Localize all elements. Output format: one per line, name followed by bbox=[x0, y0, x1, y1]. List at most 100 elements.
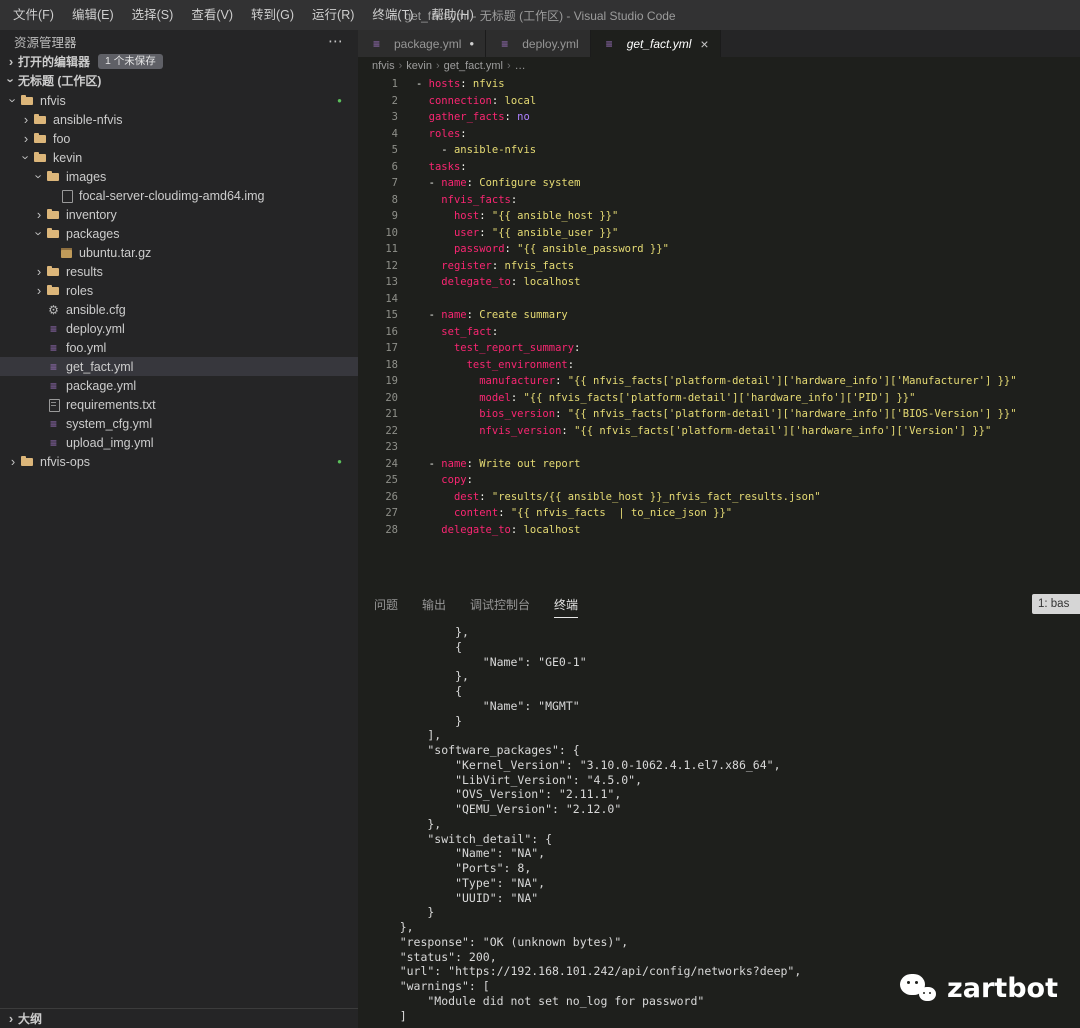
code-line[interactable]: 10 user: "{{ ansible_user }}" bbox=[358, 225, 1080, 242]
tree-item-requirements.txt[interactable]: requirements.txt bbox=[0, 395, 358, 414]
folder-icon bbox=[20, 93, 35, 108]
menu-item[interactable]: 转到(G) bbox=[242, 0, 303, 30]
tree-item-label: deploy.yml bbox=[66, 321, 125, 336]
menu-item[interactable]: 运行(R) bbox=[303, 0, 363, 30]
open-editors-section[interactable]: › 打开的编辑器 1 个未保存 bbox=[0, 52, 358, 71]
code-line[interactable]: 11 password: "{{ ansible_password }}" bbox=[358, 241, 1080, 258]
tree-item-deploy.yml[interactable]: ≡ deploy.yml bbox=[0, 319, 358, 338]
line-number: 11 bbox=[385, 243, 398, 255]
code-line[interactable]: 16 set_fact: bbox=[358, 324, 1080, 341]
code-line[interactable]: 8 nfvis_facts: bbox=[358, 192, 1080, 209]
chevron-down-icon: › bbox=[31, 174, 47, 179]
code-line[interactable]: 9 host: "{{ ansible_host }}" bbox=[358, 208, 1080, 225]
menu-item[interactable]: 终端(T) bbox=[363, 0, 422, 30]
code-line[interactable]: 12 register: nfvis_facts bbox=[358, 258, 1080, 275]
line-number: 16 bbox=[385, 325, 398, 338]
breadcrumb-item[interactable]: kevin bbox=[406, 60, 432, 72]
close-icon[interactable]: × bbox=[700, 36, 708, 52]
terminal-line: "switch_detail": { bbox=[372, 831, 553, 846]
panel-tab-终端[interactable]: 终端 bbox=[554, 591, 579, 618]
code-line[interactable]: 18 test_environment: bbox=[358, 357, 1080, 374]
tree-item-system_cfg.yml[interactable]: ≡ system_cfg.yml bbox=[0, 414, 358, 433]
tree-item-images[interactable]: › images bbox=[0, 167, 358, 186]
terminal-selector[interactable]: 1: bas bbox=[1032, 594, 1080, 614]
panel-tab-输出[interactable]: 输出 bbox=[422, 591, 446, 617]
code-line[interactable]: 14 bbox=[358, 291, 1080, 308]
workspace-section[interactable]: › 无标题 (工作区) bbox=[0, 71, 358, 90]
menu-item[interactable]: 帮助(H) bbox=[422, 0, 482, 30]
code-line[interactable]: 21 bios_version: "{{ nfvis_facts['platfo… bbox=[358, 406, 1080, 423]
code-line[interactable]: 1- hosts: nfvis bbox=[358, 76, 1080, 93]
code-line[interactable]: 4 roles: bbox=[358, 126, 1080, 143]
code-editor[interactable]: 1- hosts: nfvis 2 connection: local 3 gath… bbox=[358, 74, 1080, 590]
tree-item-results[interactable]: › results bbox=[0, 262, 358, 281]
terminal-line: }, bbox=[372, 816, 442, 831]
file-tree: › nfvis ● › ansible-nfvis › foo › kevin › images fo… bbox=[0, 91, 358, 471]
tree-item-packages[interactable]: › packages bbox=[0, 224, 358, 243]
code-line[interactable]: 3 gather_facts: no bbox=[358, 109, 1080, 126]
more-actions-icon[interactable]: ⋯ bbox=[328, 32, 344, 50]
tree-item-kevin[interactable]: › kevin bbox=[0, 148, 358, 167]
code-line[interactable]: 2 connection: local bbox=[358, 93, 1080, 110]
yaml-file-icon: ≡ bbox=[501, 36, 509, 51]
tree-item-focal-server-cloudimg-amd64.img[interactable]: focal-server-cloudimg-amd64.img bbox=[0, 186, 358, 205]
breadcrumb: nfvis › kevin › get_fact.yml ›… bbox=[358, 57, 1080, 74]
code-line[interactable]: 27 content: "{{ nfvis_facts | to_nice_js… bbox=[358, 505, 1080, 522]
terminal-output[interactable]: }, { "Name": "GE0-1" }, { "Name": "MGMT"… bbox=[358, 618, 1080, 1028]
code-line[interactable]: 22 nfvis_version: "{{ nfvis_facts['platf… bbox=[358, 423, 1080, 440]
tree-item-get_fact.yml[interactable]: ≡ get_fact.yml bbox=[0, 357, 358, 376]
menu-item[interactable]: 选择(S) bbox=[123, 0, 183, 30]
folder-icon bbox=[33, 150, 48, 165]
tree-item-ansible-nfvis[interactable]: › ansible-nfvis bbox=[0, 110, 358, 129]
editor-area: ≡ package.yml ● ≡ deploy.yml ≡ get_fact.yml × n… bbox=[358, 30, 1080, 1028]
terminal-line: "Kernel_Version": "3.10.0-1062.4.1.el7.x… bbox=[372, 757, 781, 772]
tab-get_fact.yml[interactable]: ≡ get_fact.yml × bbox=[590, 30, 721, 57]
tree-item-ansible.cfg[interactable]: ⚙ ansible.cfg bbox=[0, 300, 358, 319]
code-line[interactable]: 24 - name: Write out report bbox=[358, 456, 1080, 473]
menu-item[interactable]: 编辑(E) bbox=[63, 0, 123, 30]
menu-item[interactable]: 文件(F) bbox=[4, 0, 63, 30]
tree-item-label: package.yml bbox=[66, 378, 137, 393]
menu-item[interactable]: 查看(V) bbox=[182, 0, 242, 30]
tree-item-label: results bbox=[66, 264, 103, 279]
code-line[interactable]: 26 dest: "results/{{ ansible_host }}_nfv… bbox=[358, 489, 1080, 506]
tree-item-upload_img.yml[interactable]: ≡ upload_img.yml bbox=[0, 433, 358, 452]
tree-item-ubuntu.tar.gz[interactable]: ubuntu.tar.gz bbox=[0, 243, 358, 262]
tree-item-nfvis[interactable]: › nfvis ● bbox=[0, 91, 358, 110]
code-line[interactable]: 6 tasks: bbox=[358, 159, 1080, 176]
line-number: 2 bbox=[391, 94, 398, 107]
yaml-file-icon: ≡ bbox=[605, 36, 613, 51]
tree-item-nfvis-ops[interactable]: › nfvis-ops ● bbox=[0, 452, 358, 471]
outline-section[interactable]: › 大纲 bbox=[0, 1008, 358, 1028]
breadcrumb-item[interactable]: … bbox=[515, 60, 526, 72]
code-line[interactable]: 20 model: "{{ nfvis_facts['platform-deta… bbox=[358, 390, 1080, 407]
tree-item-foo[interactable]: › foo bbox=[0, 129, 358, 148]
code-line[interactable]: 5 - ansible-nfvis bbox=[358, 142, 1080, 159]
code-line[interactable]: 17 test_report_summary: bbox=[358, 340, 1080, 357]
tree-item-roles[interactable]: › roles bbox=[0, 281, 358, 300]
breadcrumb-item[interactable]: nfvis bbox=[372, 60, 395, 72]
line-number: 28 bbox=[385, 523, 398, 536]
breadcrumb-item[interactable]: get_fact.yml bbox=[444, 60, 503, 72]
panel-tab-问题[interactable]: 问题 bbox=[374, 591, 398, 617]
tab-label: package.yml bbox=[394, 36, 462, 51]
tree-item-foo.yml[interactable]: ≡ foo.yml bbox=[0, 338, 358, 357]
code-line[interactable]: 15 - name: Create summary bbox=[358, 307, 1080, 324]
folder-icon bbox=[46, 169, 61, 184]
code-line[interactable]: 13 delegate_to: localhost bbox=[358, 274, 1080, 291]
tree-item-inventory[interactable]: › inventory bbox=[0, 205, 358, 224]
code-line[interactable]: 25 copy: bbox=[358, 472, 1080, 489]
terminal-line: "QEMU_Version": "2.12.0" bbox=[372, 802, 622, 816]
code-line[interactable]: 19 manufacturer: "{{ nfvis_facts['platfo… bbox=[358, 373, 1080, 390]
tab-package.yml[interactable]: ≡ package.yml ● bbox=[358, 30, 487, 57]
panel-tab-调试控制台[interactable]: 调试控制台 bbox=[470, 591, 530, 617]
folder-icon bbox=[46, 264, 61, 279]
code-line[interactable]: 23 bbox=[358, 439, 1080, 456]
line-number: 17 bbox=[385, 342, 398, 354]
code-line[interactable]: 28 delegate_to: localhost bbox=[358, 522, 1080, 539]
main-body: 资源管理器 ⋯ › 打开的编辑器 1 个未保存 › 无标题 (工作区) › nfv… bbox=[0, 30, 1080, 1028]
tab-deploy.yml[interactable]: ≡ deploy.yml bbox=[486, 30, 591, 57]
line-number: 6 bbox=[391, 160, 398, 173]
code-line[interactable]: 7 - name: Configure system bbox=[358, 175, 1080, 192]
tree-item-package.yml[interactable]: ≡ package.yml bbox=[0, 376, 358, 395]
